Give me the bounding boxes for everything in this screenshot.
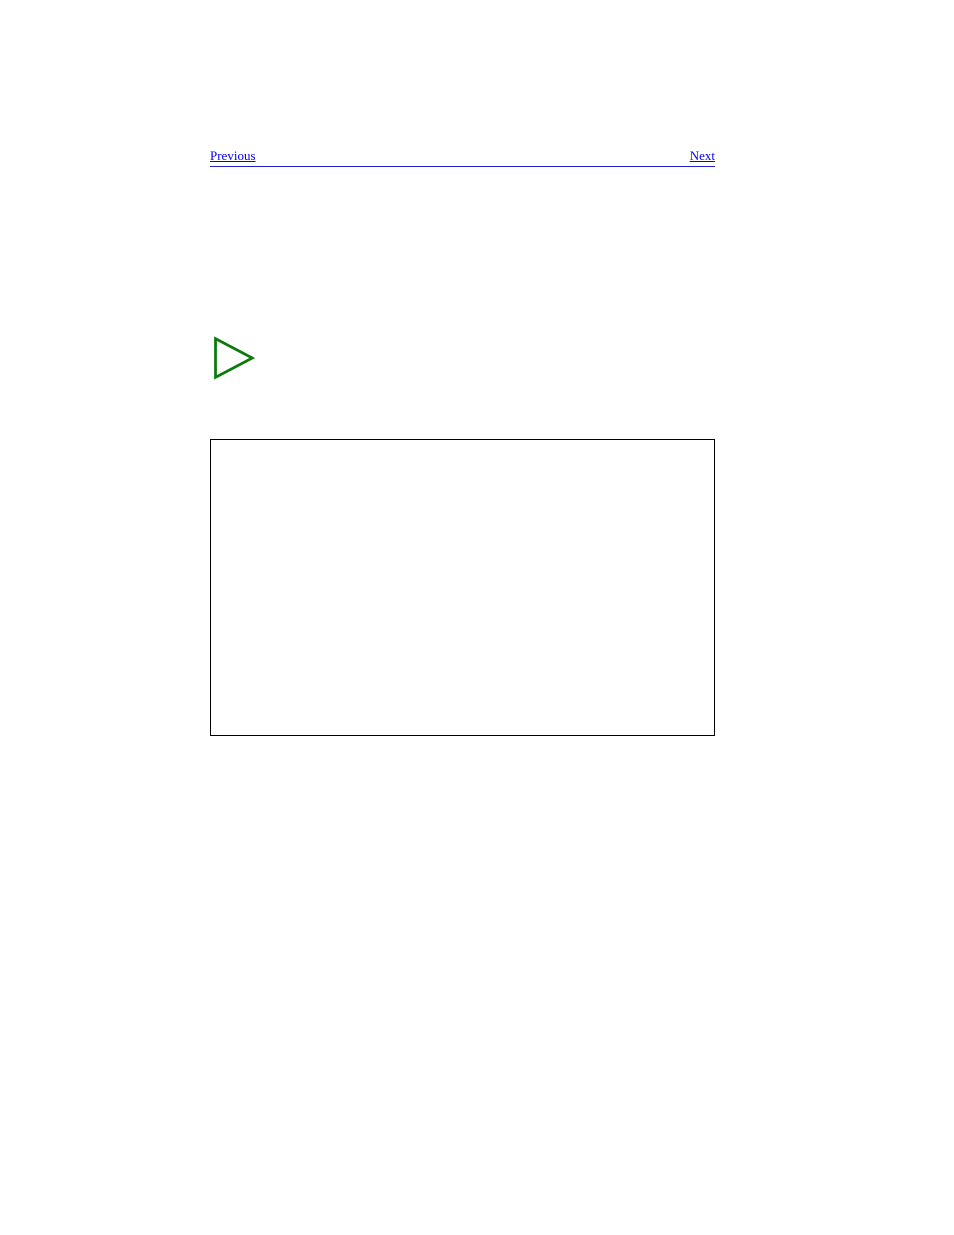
note-text-part1: Assuming you have SLIB loaded, you can [270,340,510,355]
note-text-part2: to enable [270,361,324,376]
para1-c2: error [516,769,558,785]
note-text-part3: and [364,361,391,376]
para1-c4: error [249,836,291,852]
divider [210,166,715,167]
para1-t1: Note in the above that [210,769,339,784]
note-icon [210,335,256,386]
address-line-1: 1010 El Camino Real, Suite 300 [210,191,715,212]
para2-c2: ##quit [397,918,447,934]
para1-c1: slib:error [339,769,423,785]
para1-c3: error [280,814,322,830]
para2-t1: We define error to be [210,895,348,910]
para3-t2: above overwrites that of the same name i… [415,954,715,969]
code-listing: (define slib:error (lambda args (display… [210,439,715,736]
note-text: Assuming you have SLIB loaded, you can (… [270,335,715,379]
note-text-part4: . [454,361,458,376]
para1-c5: error [328,859,370,875]
paragraph-2: We define error to be ##debug-repl to le… [210,892,715,937]
previous-link[interactable]: Previous [210,148,256,164]
para1-t6: ): [370,859,379,874]
para3-t1: The definition of [210,954,331,969]
address-line-2: Menlo Park, CA 94025 [210,212,715,233]
page-title: Useful SLIB Procedures [210,245,715,271]
section-heading: Simple Error Procedure [210,414,715,431]
para3-c2: "gambit.init" [210,976,319,992]
title-block: 1010 El Camino Real, Suite 300 Menlo Par… [210,191,715,271]
paragraph-1: Note in the above that slib:error ends b… [210,766,715,878]
para2-c1: ##debug-repl [348,895,449,911]
author-credit: courtesy of Aubrey Jaffer, the author of… [210,301,715,317]
paragraph-3: The definition of slib:error above overw… [210,951,715,1018]
para2-t3: if you wanted to simply leave the interp… [447,918,706,933]
para1-t2: ends by calling [423,769,516,784]
nav-links: Previous Next [210,148,715,164]
note-code3: string-copy [391,361,454,376]
page-content: Previous Next 1010 El Camino Real, Suite… [210,148,715,1032]
para3-c1: slib:error [331,954,415,970]
next-link[interactable]: Next [690,148,715,164]
page-number: 1 [807,1164,814,1180]
note-code1: (require 'rev4-optional-procedures) [510,340,707,355]
note-code2: list-tail [324,361,364,376]
note-block: Assuming you have SLIB loaded, you can (… [210,335,715,386]
